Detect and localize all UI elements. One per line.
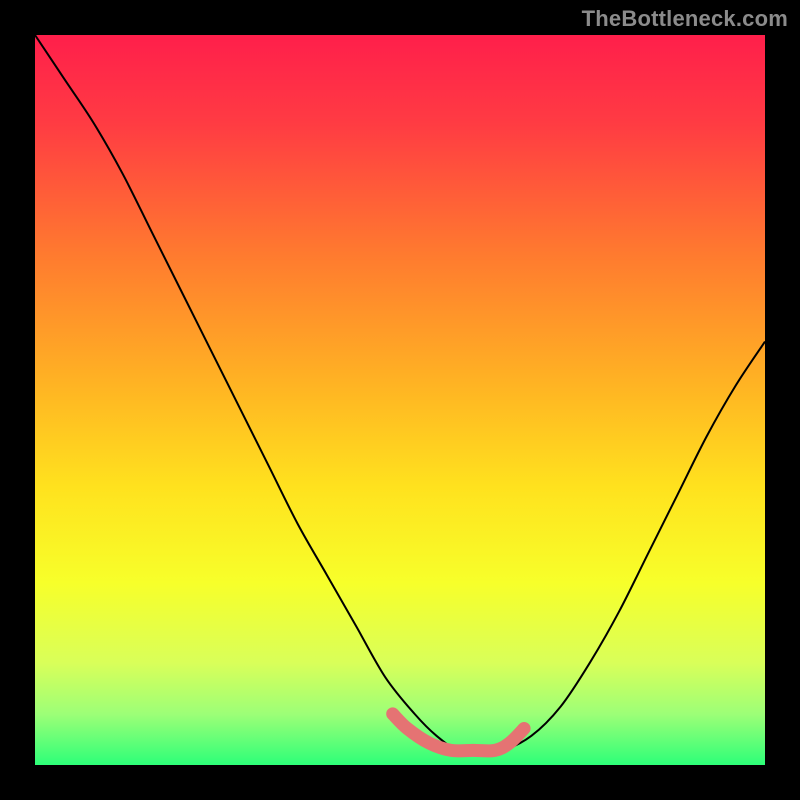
bottleneck-chart	[0, 0, 800, 800]
chart-background	[35, 35, 765, 765]
watermark-text: TheBottleneck.com	[582, 6, 788, 32]
